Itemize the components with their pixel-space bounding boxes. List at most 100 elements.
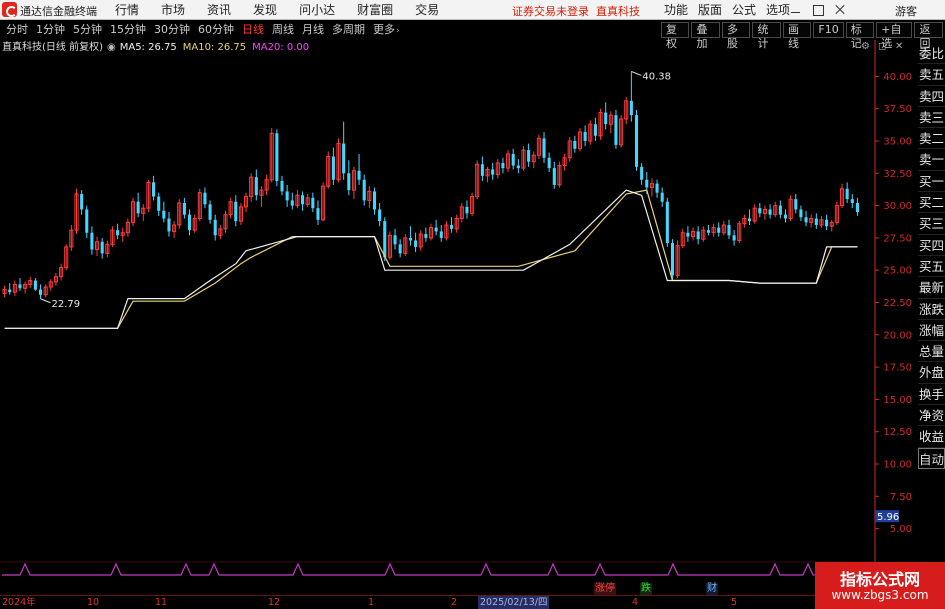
candle-body <box>665 201 669 244</box>
side-tab[interactable]: 最新 <box>918 277 945 299</box>
side-tab[interactable]: 卖三 <box>918 107 945 129</box>
period-tab[interactable]: 1分钟 <box>32 21 69 39</box>
tool-button[interactable]: 标记 <box>845 22 875 50</box>
side-tab[interactable]: 买二 <box>918 192 945 214</box>
side-tab[interactable]: 卖四 <box>918 86 945 107</box>
candle-body <box>275 133 279 182</box>
y-tick-label: 15.00 <box>883 395 912 406</box>
menu-item[interactable]: 交易 <box>412 0 448 20</box>
candle-body <box>331 156 335 180</box>
side-tab[interactable]: 卖五 <box>918 64 945 86</box>
right-menu-item[interactable]: 公式 <box>732 0 756 20</box>
period-tab[interactable]: 月线 <box>298 21 328 39</box>
candle-body <box>38 289 43 295</box>
period-tab-label: 60分钟 <box>198 23 234 36</box>
candle-body <box>645 179 649 188</box>
expand-icon[interactable]: ◻ <box>878 41 889 52</box>
candle-body <box>280 181 284 192</box>
candle-body <box>747 218 752 222</box>
tool-button[interactable]: 返回 <box>914 22 943 50</box>
settings-dot-icon[interactable]: ◉ <box>107 41 116 55</box>
y-tick-label: 25.00 <box>883 266 912 277</box>
tool-button[interactable]: 多股 <box>721 22 751 50</box>
side-tab[interactable]: 卖一 <box>918 149 945 171</box>
tool-button[interactable]: 复权 <box>661 22 690 50</box>
y-tick-label: 22.50 <box>883 298 912 309</box>
tool-button[interactable]: +自选 <box>876 22 913 50</box>
side-tab[interactable]: 买三 <box>918 213 945 235</box>
side-tab[interactable]: 外盘 <box>918 362 945 384</box>
period-tab[interactable]: 60分钟 <box>194 21 238 39</box>
chevron-right-icon: › <box>396 26 400 36</box>
high-pointer <box>631 71 642 76</box>
menu-item[interactable]: 市场 <box>158 0 194 20</box>
period-tab[interactable]: 分时 <box>2 21 32 39</box>
candle-body <box>187 214 192 231</box>
period-tab[interactable]: 多周期 <box>328 21 369 39</box>
watermark-title: 指标公式网 <box>839 570 920 589</box>
period-tab[interactable]: 5分钟 <box>69 21 106 39</box>
minimize-icon[interactable] <box>788 0 804 20</box>
tool-button[interactable]: 叠加 <box>691 22 720 50</box>
period-tab[interactable]: 日线 <box>238 21 268 39</box>
period-tab[interactable]: 周线 <box>268 21 298 39</box>
candle-body <box>301 195 305 205</box>
candle-body <box>100 241 104 254</box>
maximize-icon[interactable] <box>810 0 826 20</box>
app-logo-icon <box>2 2 17 17</box>
tool-button[interactable]: 画线 <box>782 22 812 50</box>
candle-body <box>234 201 238 222</box>
candle-body <box>439 231 443 238</box>
tool-button[interactable]: F10 <box>813 22 844 38</box>
menu-item[interactable]: 问小达 <box>296 0 344 20</box>
login-notice[interactable]: 证券交易未登录 直真科技 <box>512 3 640 19</box>
menu-item[interactable]: 财富圈 <box>354 0 402 20</box>
period-tab[interactable]: 30分钟 <box>150 21 194 39</box>
finance-marker[interactable]: 财 <box>706 583 718 595</box>
period-tab[interactable]: 15分钟 <box>106 21 150 39</box>
side-tab[interactable]: 收益 <box>918 426 945 448</box>
chart-icons: ⚙ ◻ ✕ <box>861 41 912 52</box>
side-tab[interactable]: 自动 <box>918 447 945 469</box>
guest-label[interactable]: 游客 <box>895 3 917 19</box>
side-tab[interactable]: 涨跌 <box>918 299 945 320</box>
close-chart-icon[interactable]: ✕ <box>895 41 906 52</box>
close-icon[interactable] <box>832 0 848 20</box>
menu-item[interactable]: 资讯 <box>204 0 240 20</box>
candle-body <box>768 209 772 215</box>
date-tick: 4 <box>632 597 639 608</box>
right-menu-item[interactable]: 版面 <box>698 0 722 20</box>
side-tab[interactable]: 换手 <box>918 384 945 406</box>
period-tabs: 分时 1分钟 5分钟 15分钟 30分钟 60分钟 日线 周线 月线 多周期 更多› <box>2 21 404 39</box>
tool-button[interactable]: 统计 <box>752 22 781 50</box>
candle-body <box>167 218 171 232</box>
side-tab[interactable]: 总量 <box>918 341 945 363</box>
watermark-url: www.zbgs3.com <box>831 588 929 602</box>
side-tab[interactable]: 卖二 <box>918 128 945 150</box>
side-tab[interactable]: 买五 <box>918 256 945 278</box>
fall-marker[interactable]: 跌 <box>640 583 652 595</box>
menu-item[interactable]: 行情 <box>112 0 148 20</box>
limit-up-marker[interactable]: 涨停 <box>594 583 616 595</box>
candle-body <box>686 232 690 237</box>
quote-side-tabs: 委比 卖五 卖四 卖三 卖二 卖一 买一 买二 买三 买四 买五 最新 涨跌 涨幅 总量 外盘 换手 净资 收益 自动 <box>918 43 945 469</box>
side-tab[interactable]: 净资 <box>918 405 945 427</box>
gear-icon[interactable]: ⚙ <box>861 41 872 52</box>
candle-body <box>850 199 854 204</box>
candle-body <box>527 150 531 162</box>
side-tab[interactable]: 买四 <box>918 235 945 256</box>
period-tab[interactable]: 更多› <box>369 21 404 39</box>
menu-item[interactable]: 发现 <box>250 0 286 20</box>
candle-body <box>203 192 207 205</box>
current-value-label: 5.96 <box>877 512 899 523</box>
side-tab[interactable]: 委比 <box>918 43 945 65</box>
period-tab-label: 分时 <box>6 23 28 36</box>
side-tab[interactable]: 涨幅 <box>918 320 945 342</box>
side-tab[interactable]: 买一 <box>918 171 945 193</box>
candle-body <box>414 240 418 247</box>
high-label: 40.38 <box>642 71 671 82</box>
candle-body <box>660 192 664 202</box>
right-menu-item[interactable]: 功能 <box>664 0 688 20</box>
right-menu-item[interactable]: 选项 <box>766 0 790 20</box>
kline-chart[interactable]: 40.0037.5035.0032.5030.0027.5025.0022.50… <box>0 0 945 609</box>
